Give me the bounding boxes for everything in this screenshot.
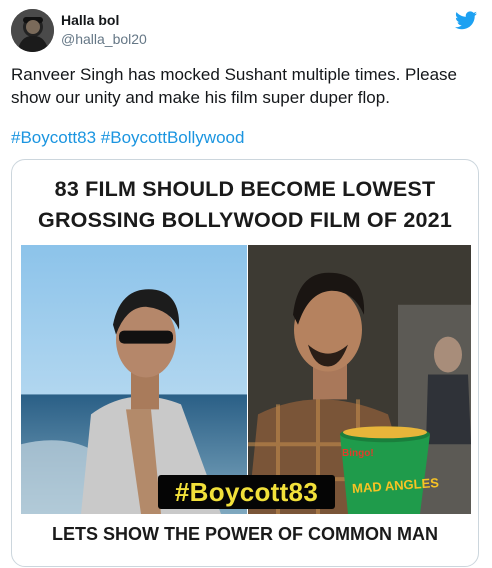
avatar-image bbox=[11, 9, 54, 52]
hashtag-boycott83[interactable]: #Boycott83 bbox=[11, 128, 96, 147]
twitter-bird-icon[interactable] bbox=[455, 11, 477, 30]
meme-headline-line1: 83 FILM SHOULD BECOME LOWEST bbox=[54, 177, 436, 201]
author-handle[interactable]: @halla_bol20 bbox=[61, 31, 147, 47]
boycott-tag-banner: #Boycott83 bbox=[158, 475, 335, 509]
meme-headline: 83 FILM SHOULD BECOME LOWEST GROSSING BO… bbox=[12, 174, 478, 236]
meme-footer: LETS SHOW THE POWER OF COMMON MAN bbox=[52, 524, 438, 544]
hashtag-boycottbollywood[interactable]: #BoycottBollywood bbox=[101, 128, 245, 147]
avatar[interactable] bbox=[11, 9, 54, 52]
snack-badge: Bingo! bbox=[342, 448, 374, 459]
hashtag-row: #Boycott83 #BoycottBollywood bbox=[11, 126, 244, 149]
meme-headline-line2: GROSSING BOLLYWOOD FILM OF 2021 bbox=[38, 208, 452, 232]
tweet-media-image[interactable]: 83 FILM SHOULD BECOME LOWEST GROSSING BO… bbox=[11, 159, 479, 567]
left-photo bbox=[21, 245, 247, 514]
right-photo bbox=[248, 245, 471, 514]
author-name[interactable]: Halla bol bbox=[61, 12, 119, 28]
tweet-text: Ranveer Singh has mocked Sushant multipl… bbox=[11, 65, 458, 107]
